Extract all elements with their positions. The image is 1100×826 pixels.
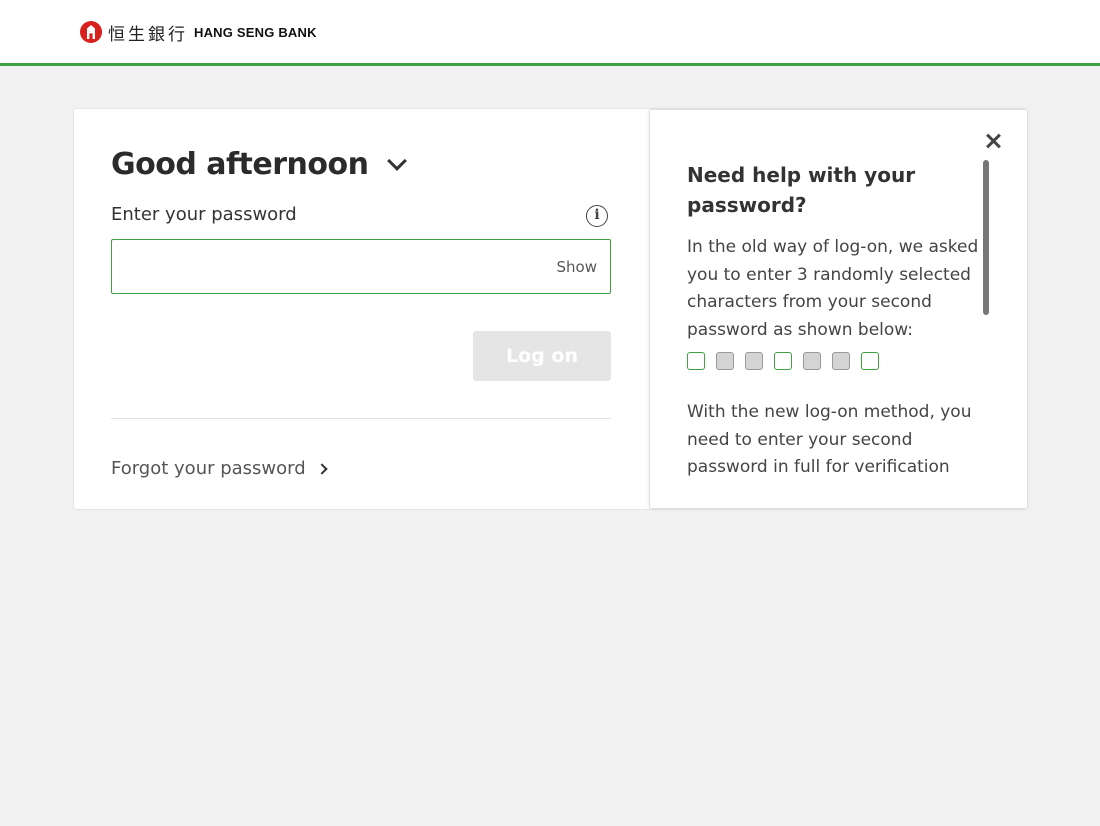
top-bar: 恒生銀行 HANG SENG BANK [0,0,1100,66]
selected-char-box [687,352,705,370]
password-label: Enter your password [111,204,297,225]
help-paragraph-new-method: With the new log-on method, you need to … [687,402,972,477]
masked-char-box [716,352,734,370]
info-icon[interactable]: i [586,205,608,227]
masked-char-box [745,352,763,370]
chevron-down-icon[interactable] [387,150,408,171]
help-title: Need help with your password? [687,163,916,217]
password-field[interactable]: Show [111,239,611,294]
masked-char-box [832,352,850,370]
show-password-toggle[interactable]: Show [557,258,597,276]
hang-seng-logo[interactable]: 恒生銀行 HANG SENG BANK [80,21,317,45]
password-help-panel: Need help with your password? In the old… [649,109,1028,509]
bank-logo-icon [80,21,102,43]
password-character-boxes [687,352,879,370]
forgot-password-link[interactable]: Forgot your password [111,458,328,479]
masked-char-box [803,352,821,370]
logo-chinese-text: 恒生銀行 [108,24,188,45]
greeting-text: Good afternoon [111,147,369,182]
help-paragraph-old-method: In the old way of log-on, we asked you t… [687,237,979,340]
log-on-button[interactable]: Log on [473,331,611,381]
greeting-selector[interactable]: Good afternoon [111,147,408,182]
forgot-password-label: Forgot your password [111,458,306,479]
close-icon[interactable] [982,130,1004,152]
divider [111,418,611,419]
selected-char-box [861,352,879,370]
password-input[interactable] [124,252,544,282]
chevron-right-icon [316,462,328,475]
login-card: Good afternoon Enter your password i Sho… [73,108,1028,510]
logo-english-text: HANG SENG BANK [194,24,317,40]
selected-char-box [774,352,792,370]
